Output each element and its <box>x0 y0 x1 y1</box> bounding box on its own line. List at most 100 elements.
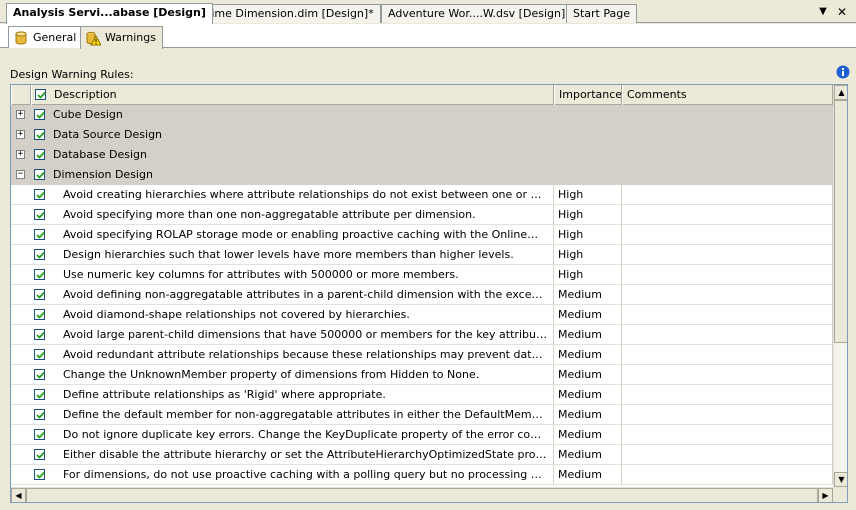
rule-checkbox[interactable] <box>34 269 45 280</box>
rule-checkbox[interactable] <box>34 229 45 240</box>
category-checkbox[interactable] <box>34 149 45 160</box>
rule-comments[interactable] <box>622 325 833 345</box>
rule-comments[interactable] <box>622 265 833 285</box>
scroll-down-icon[interactable]: ▼ <box>834 472 847 487</box>
rule-description: Avoid specifying ROLAP storage mode or e… <box>11 225 554 245</box>
rule-checkbox[interactable] <box>34 249 45 260</box>
rule-row[interactable]: For dimensions, do not use proactive cac… <box>11 465 833 485</box>
column-header-importance[interactable]: Importance <box>554 85 622 105</box>
rule-row[interactable]: Avoid large parent-child dimensions that… <box>11 325 833 345</box>
rule-checkbox[interactable] <box>34 189 45 200</box>
rule-description: Change the UnknownMember property of dim… <box>11 365 554 385</box>
category-row[interactable]: + Database Design <box>11 145 833 165</box>
column-header-description[interactable]: Description <box>31 85 554 105</box>
scroll-left-icon[interactable]: ◀ <box>11 488 26 502</box>
rule-description: Avoid defining non-aggregatable attribut… <box>11 285 554 305</box>
rule-comments[interactable] <box>622 285 833 305</box>
rule-importance[interactable]: Medium <box>554 365 622 385</box>
rule-checkbox[interactable] <box>34 369 45 380</box>
rule-checkbox[interactable] <box>34 409 45 420</box>
rule-importance[interactable]: High <box>554 265 622 285</box>
rule-importance[interactable]: Medium <box>554 345 622 365</box>
tab-general[interactable]: General <box>8 26 84 48</box>
info-icon[interactable] <box>836 65 850 79</box>
rule-comments[interactable] <box>622 225 833 245</box>
rule-importance[interactable]: High <box>554 245 622 265</box>
tab-adventure-works-dsv[interactable]: Adventure Wor....W.dsv [Design] <box>381 4 573 23</box>
category-row[interactable]: + Data Source Design <box>11 125 833 145</box>
tab-analysis-services-database[interactable]: Analysis Servi...abase [Design] <box>6 3 213 24</box>
rule-importance[interactable]: High <box>554 185 622 205</box>
rule-checkbox[interactable] <box>34 209 45 220</box>
rule-comments[interactable] <box>622 345 833 365</box>
tab-time-dimension[interactable]: Time Dimension.dim [Design]* <box>198 4 381 23</box>
rule-importance[interactable]: Medium <box>554 465 622 485</box>
rule-comments[interactable] <box>622 365 833 385</box>
rule-checkbox[interactable] <box>34 349 45 360</box>
document-tab-strip: Time Dimension.dim [Design]* Adventure W… <box>0 0 856 24</box>
rule-importance[interactable]: Medium <box>554 285 622 305</box>
rule-comments[interactable] <box>622 385 833 405</box>
rule-row[interactable]: Design hierarchies such that lower level… <box>11 245 833 265</box>
rule-comments[interactable] <box>622 245 833 265</box>
rule-row[interactable]: Avoid specifying ROLAP storage mode or e… <box>11 225 833 245</box>
category-checkbox[interactable] <box>34 169 45 180</box>
rule-row[interactable]: Define the default member for non-aggreg… <box>11 405 833 425</box>
horizontal-scroll-thumb[interactable] <box>26 488 818 502</box>
rule-checkbox[interactable] <box>34 469 45 480</box>
collapse-icon[interactable]: − <box>16 170 25 179</box>
section-label: Design Warning Rules: <box>10 68 134 81</box>
rule-comments[interactable] <box>622 205 833 225</box>
rule-description: Either disable the attribute hierarchy o… <box>11 445 554 465</box>
rule-comments[interactable] <box>622 305 833 325</box>
rule-comments[interactable] <box>622 445 833 465</box>
rule-row[interactable]: Either disable the attribute hierarchy o… <box>11 445 833 465</box>
category-checkbox[interactable] <box>34 109 45 120</box>
vertical-scroll-thumb[interactable] <box>834 100 847 343</box>
scroll-right-icon[interactable]: ▶ <box>818 488 833 502</box>
rule-row[interactable]: Avoid diamond-shape relationships not co… <box>11 305 833 325</box>
rule-row[interactable]: Do not ignore duplicate key errors. Chan… <box>11 425 833 445</box>
rule-importance[interactable]: Medium <box>554 305 622 325</box>
close-icon[interactable]: ✕ <box>835 5 849 19</box>
rule-checkbox[interactable] <box>34 429 45 440</box>
rule-checkbox[interactable] <box>34 449 45 460</box>
tab-start-page[interactable]: Start Page <box>566 4 637 23</box>
rule-row[interactable]: Use numeric key columns for attributes w… <box>11 265 833 285</box>
scrollbar-corner <box>833 487 847 502</box>
rule-row[interactable]: Avoid specifying more than one non-aggre… <box>11 205 833 225</box>
rule-row[interactable]: Avoid defining non-aggregatable attribut… <box>11 285 833 305</box>
vertical-scrollbar[interactable]: ▲ ▼ <box>833 85 847 487</box>
dropdown-arrow-icon[interactable]: ▼ <box>816 5 830 19</box>
rule-importance[interactable]: High <box>554 205 622 225</box>
rule-importance[interactable]: Medium <box>554 425 622 445</box>
rule-importance[interactable]: Medium <box>554 445 622 465</box>
rule-checkbox[interactable] <box>34 389 45 400</box>
category-row[interactable]: − Dimension Design <box>11 165 833 185</box>
expand-icon[interactable]: + <box>16 130 25 139</box>
scroll-up-icon[interactable]: ▲ <box>834 85 847 100</box>
category-checkbox[interactable] <box>34 129 45 140</box>
rule-comments[interactable] <box>622 185 833 205</box>
rule-row[interactable]: Avoid creating hierarchies where attribu… <box>11 185 833 205</box>
rule-comments[interactable] <box>622 425 833 445</box>
rule-checkbox[interactable] <box>34 289 45 300</box>
rule-checkbox[interactable] <box>34 309 45 320</box>
rule-comments[interactable] <box>622 465 833 485</box>
rule-importance[interactable]: Medium <box>554 405 622 425</box>
tab-warnings[interactable]: Warnings <box>80 26 163 49</box>
rule-importance[interactable]: Medium <box>554 325 622 345</box>
rule-comments[interactable] <box>622 405 833 425</box>
column-header-comments[interactable]: Comments <box>622 85 833 105</box>
rule-importance[interactable]: High <box>554 225 622 245</box>
select-all-checkbox[interactable] <box>35 89 46 100</box>
rule-row[interactable]: Avoid redundant attribute relationships … <box>11 345 833 365</box>
horizontal-scrollbar[interactable]: ◀ ▶ <box>11 487 833 502</box>
rule-importance[interactable]: Medium <box>554 385 622 405</box>
rule-row[interactable]: Change the UnknownMember property of dim… <box>11 365 833 385</box>
rule-row[interactable]: Define attribute relationships as 'Rigid… <box>11 385 833 405</box>
category-row[interactable]: + Cube Design <box>11 105 833 125</box>
expand-icon[interactable]: + <box>16 110 25 119</box>
rule-checkbox[interactable] <box>34 329 45 340</box>
expand-icon[interactable]: + <box>16 150 25 159</box>
